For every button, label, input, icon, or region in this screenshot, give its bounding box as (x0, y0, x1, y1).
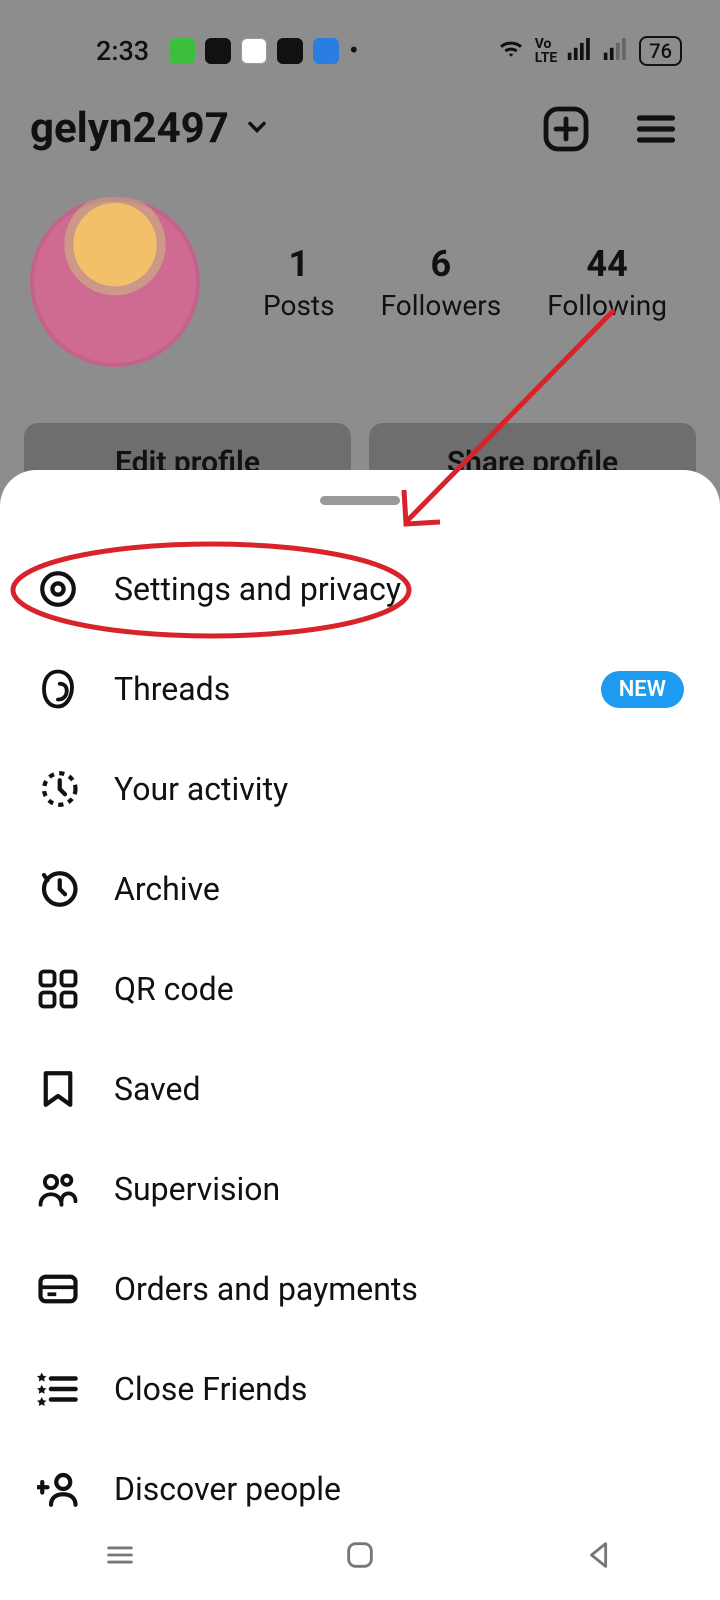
battery-icon: 76 (639, 36, 682, 66)
qrcode-icon (36, 967, 80, 1011)
menu-item-label: Archive (114, 870, 684, 908)
menu-item-saved[interactable]: Saved (0, 1039, 720, 1139)
menu-item-label: Orders and payments (114, 1270, 684, 1308)
menu-bottom-sheet[interactable]: Settings and privacy Threads NEW Your ac… (0, 470, 720, 1600)
create-button[interactable] (542, 105, 590, 153)
menu-item-qrcode[interactable]: QR code (0, 939, 720, 1039)
supervision-icon (36, 1167, 80, 1211)
status-more-dot: • (349, 37, 358, 65)
threads-icon (36, 667, 80, 711)
nav-home-button[interactable] (340, 1535, 380, 1575)
menu-item-threads[interactable]: Threads NEW (0, 639, 720, 739)
signal-icon (567, 38, 593, 65)
add-person-icon (36, 1467, 80, 1511)
menu-item-close-friends[interactable]: Close Friends (0, 1339, 720, 1439)
close-friends-icon (36, 1367, 80, 1411)
nav-back-button[interactable] (580, 1535, 620, 1575)
stat-following[interactable]: 44 Following (547, 243, 667, 322)
username: gelyn2497 (30, 104, 229, 153)
status-app-icon (277, 38, 303, 64)
status-app-icon (169, 38, 195, 64)
activity-icon (36, 767, 80, 811)
hamburger-menu-button[interactable] (634, 107, 678, 151)
menu-item-activity[interactable]: Your activity (0, 739, 720, 839)
volte-icon: VoLTE (535, 37, 558, 65)
menu-item-orders[interactable]: Orders and payments (0, 1239, 720, 1339)
status-app-icon (313, 38, 339, 64)
menu-item-label: Supervision (114, 1170, 684, 1208)
signal-icon (603, 38, 629, 65)
menu-item-label: Close Friends (114, 1370, 684, 1408)
stat-posts[interactable]: 1 Posts (263, 243, 335, 322)
card-icon (36, 1267, 80, 1311)
menu-item-label: Threads (114, 670, 567, 708)
chevron-down-icon (243, 113, 271, 145)
menu-item-label: Settings and privacy (114, 570, 684, 608)
menu-item-label: Discover people (114, 1470, 684, 1508)
username-dropdown[interactable]: gelyn2497 (30, 104, 271, 153)
status-app-icon (205, 38, 231, 64)
stat-followers[interactable]: 6 Followers (381, 243, 502, 322)
menu-item-label: Saved (114, 1070, 684, 1108)
menu-item-settings[interactable]: Settings and privacy (0, 539, 720, 639)
archive-icon (36, 867, 80, 911)
system-nav-bar (0, 1510, 720, 1600)
menu-item-label: QR code (114, 970, 684, 1008)
bookmark-icon (36, 1067, 80, 1111)
menu-item-supervision[interactable]: Supervision (0, 1139, 720, 1239)
new-badge: NEW (601, 671, 684, 708)
menu-item-label: Your activity (114, 770, 684, 808)
gear-icon (36, 567, 80, 611)
wifi-icon (497, 38, 525, 65)
status-bar: 2:33 • VoLTE 76 (0, 0, 720, 70)
status-time: 2:33 (96, 35, 149, 67)
sheet-handle[interactable] (320, 496, 400, 505)
avatar[interactable] (30, 197, 200, 367)
status-app-icon (241, 38, 267, 64)
nav-recents-button[interactable] (100, 1535, 140, 1575)
menu-item-archive[interactable]: Archive (0, 839, 720, 939)
